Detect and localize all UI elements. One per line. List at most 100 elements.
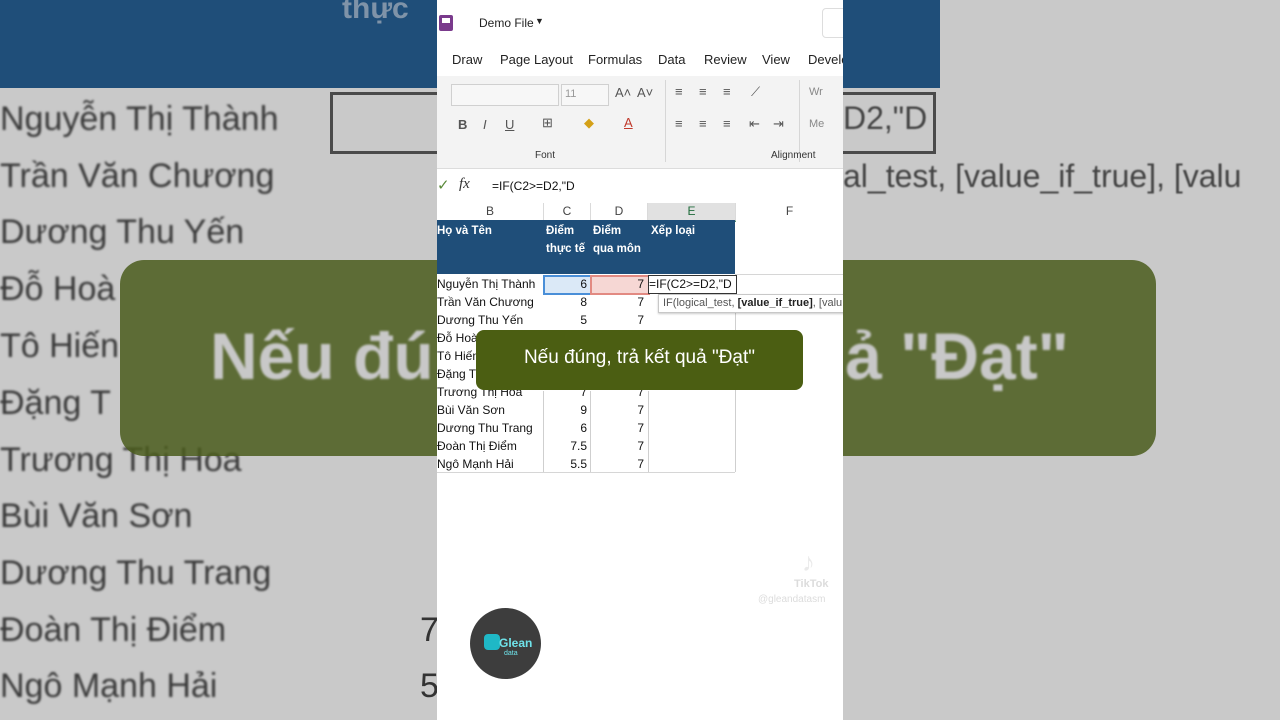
column-header-b[interactable]: B	[437, 203, 544, 220]
table-cell-name[interactable]: Dương Thu Trang	[437, 419, 541, 437]
table-cell-pass[interactable]: 7	[591, 455, 644, 473]
tab-developer[interactable]: Develo	[808, 52, 843, 67]
decrease-font-icon[interactable]: A˅	[637, 85, 653, 100]
font-color-icon[interactable]: A	[624, 115, 633, 130]
middle-align-icon[interactable]: ≡	[699, 84, 707, 99]
bg-banner-text-left: Nếu đú	[210, 319, 434, 393]
tooltip-suffix: , [valu	[812, 297, 843, 309]
document-title[interactable]: Demo File	[479, 16, 534, 30]
table-cell-name[interactable]: Dương Thu Yến	[437, 311, 541, 329]
increase-indent-icon[interactable]: ⇥	[773, 116, 784, 132]
ribbon-separator	[665, 80, 666, 162]
table-cell-actual[interactable]: 6	[544, 275, 587, 293]
caption-banner: Nếu đúng, trả kết quả "Đạt"	[476, 330, 803, 390]
table-cell-name[interactable]: Đoàn Thị Điểm	[437, 437, 541, 455]
bg-name: Bùi Văn Sơn	[0, 497, 193, 535]
align-center-icon[interactable]: ≡	[699, 116, 707, 131]
fill-color-icon[interactable]: ◆	[584, 115, 594, 131]
title-bar: Demo File ▼	[437, 0, 843, 44]
gridline	[648, 391, 649, 472]
table-cell-name[interactable]: Ngô Mạnh Hải	[437, 455, 541, 473]
column-header-f[interactable]: F	[736, 203, 843, 220]
active-cell-e2[interactable]: =IF(C2>=D2,"D	[648, 275, 737, 294]
table-cell-name[interactable]: Trần Văn Chương	[437, 293, 541, 311]
tooltip-current-arg[interactable]: [value_if_true]	[738, 297, 813, 309]
header-pass-line1: Điểm	[593, 225, 622, 237]
table-cell-pass[interactable]: 7	[591, 419, 644, 437]
function-tooltip: IF(logical_test, [value_if_true], [valu	[658, 294, 843, 313]
borders-icon[interactable]: ⊞	[542, 115, 553, 131]
bg-banner-text-right: ả "Đạt"	[845, 319, 1069, 393]
tiktok-handle: @gleandatasm	[758, 594, 826, 605]
top-align-icon[interactable]: ≡	[675, 84, 683, 99]
tiktok-name: TikTok	[794, 578, 829, 590]
bottom-align-icon[interactable]: ≡	[723, 84, 731, 99]
tab-draw[interactable]: Draw	[452, 52, 482, 67]
table-cell-actual[interactable]: 7.5	[544, 437, 587, 455]
search-box[interactable]	[822, 8, 843, 38]
tooltip-prefix: IF(logical_test,	[663, 297, 738, 309]
tab-review[interactable]: Review	[704, 52, 747, 67]
bg-name: Ngô Mạnh Hải	[0, 667, 218, 705]
tab-view[interactable]: View	[762, 52, 790, 67]
header-pass-line2: qua môn	[593, 243, 641, 255]
ribbon: 11 A˄ A˅ B I U ⊞ ◆ A Font ≡ ≡ ≡ ⟋ ≡ ≡ ≡ …	[437, 76, 843, 169]
italic-icon[interactable]: I	[483, 117, 487, 132]
tab-formulas[interactable]: Formulas	[588, 52, 642, 67]
bold-icon[interactable]: B	[458, 117, 467, 132]
table-cell-pass[interactable]: 7	[591, 437, 644, 455]
bg-name: Dương Thu Trang	[0, 554, 272, 592]
table-cell-pass[interactable]: 7	[591, 401, 644, 419]
bg-formula: D2,"D	[843, 100, 928, 136]
formula-input[interactable]: =IF(C2>=D2,"D	[492, 179, 575, 193]
column-header-d[interactable]: D	[591, 203, 648, 220]
bg-name: Trần Văn Chương	[0, 157, 275, 195]
align-left-icon[interactable]: ≡	[675, 116, 683, 131]
bg-name: Đỗ Hoà	[0, 270, 116, 308]
bg-name: Dương Thu Yến	[0, 213, 245, 251]
tab-page-layout[interactable]: Page Layout	[500, 52, 573, 67]
table-cell-pass[interactable]: 7	[591, 311, 644, 329]
decrease-indent-icon[interactable]: ⇤	[749, 116, 760, 132]
font-size-select[interactable]: 11	[561, 84, 609, 106]
gridline	[735, 274, 843, 275]
table-cell-pass[interactable]: 7	[591, 275, 644, 293]
table-cell-actual[interactable]: 6	[544, 419, 587, 437]
tab-data[interactable]: Data	[658, 52, 685, 67]
fx-icon[interactable]: fx	[459, 176, 470, 193]
table-cell-name[interactable]: Nguyễn Thị Thành	[437, 275, 541, 293]
underline-icon[interactable]: U	[505, 117, 514, 132]
logo-sub: data	[504, 650, 518, 657]
tiktok-watermark: ♪ TikTok @gleandatasm	[758, 543, 838, 605]
bg-name: Đặng T	[0, 384, 111, 422]
check-icon[interactable]: ✓	[437, 176, 450, 194]
table-cell-actual[interactable]: 5	[544, 311, 587, 329]
column-header-c[interactable]: C	[544, 203, 591, 220]
orientation-icon[interactable]: ⟋	[751, 84, 760, 100]
header-grade: Xếp loại	[651, 225, 696, 237]
font-name-select[interactable]	[451, 84, 559, 106]
table-cell-actual[interactable]: 5.5	[544, 455, 587, 473]
bg-tooltip: al_test, [value_if_true], [valu	[843, 158, 1242, 194]
table-cell-pass[interactable]: 7	[591, 293, 644, 311]
alignment-group-label: Alignment	[771, 150, 816, 161]
table-cell-actual[interactable]: 9	[544, 401, 587, 419]
caption-text: Nếu đúng, trả kết quả "Đạt"	[523, 347, 756, 368]
logo-mark-icon	[484, 634, 500, 650]
chevron-down-icon[interactable]: ▼	[535, 16, 544, 26]
tiktok-icon: ♪	[802, 547, 815, 577]
save-icon[interactable]	[439, 15, 453, 31]
table-cell-actual[interactable]: 8	[544, 293, 587, 311]
table-cell-name[interactable]: Bùi Văn Sơn	[437, 401, 541, 419]
bg-name: Nguyễn Thị Thành	[0, 100, 279, 138]
wrap-text-button[interactable]: Wr	[809, 86, 823, 98]
font-group-label: Font	[535, 150, 556, 161]
logo-name: Glean	[499, 636, 533, 650]
header-actual-line2: thực tế	[546, 243, 585, 255]
bg-name: Đoàn Thị Điểm	[0, 611, 227, 649]
merge-button[interactable]: Me	[809, 118, 824, 130]
ribbon-tabs: Draw Page Layout Formulas Data Review Vi…	[437, 48, 843, 72]
formula-bar: ✓ fx =IF(C2>=D2,"D	[437, 174, 843, 198]
increase-font-icon[interactable]: A˄	[615, 85, 631, 100]
align-right-icon[interactable]: ≡	[723, 116, 731, 131]
